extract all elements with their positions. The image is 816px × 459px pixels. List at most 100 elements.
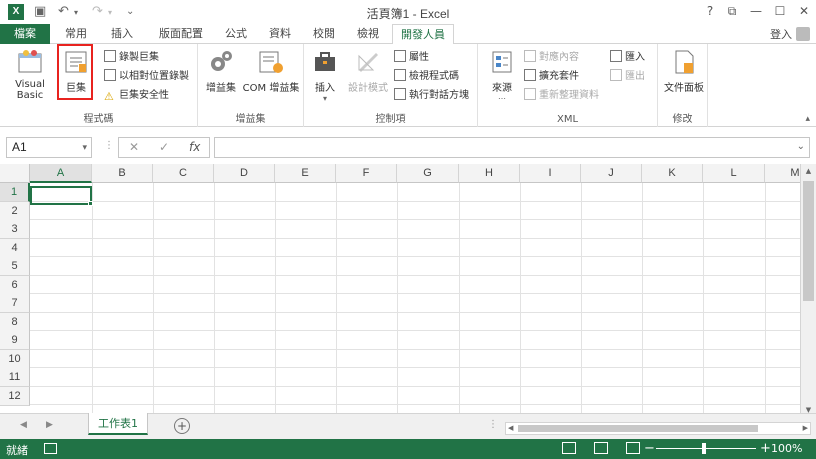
com-addins-button[interactable]: COM 增益集 bbox=[240, 48, 302, 94]
row-header[interactable]: 1 bbox=[0, 183, 30, 202]
column-header[interactable]: F bbox=[336, 164, 397, 183]
fill-handle[interactable] bbox=[88, 201, 93, 206]
vertical-scroll-thumb[interactable] bbox=[803, 181, 814, 301]
normal-view-icon[interactable] bbox=[562, 442, 576, 454]
collapse-ribbon-icon[interactable]: ▴ bbox=[805, 114, 810, 124]
zoom-slider-thumb[interactable] bbox=[702, 443, 706, 454]
tab-file[interactable]: 檔案 bbox=[0, 24, 50, 44]
xml-source-button[interactable]: 來源 … bbox=[484, 48, 520, 101]
previous-sheet-icon[interactable]: ◀ bbox=[20, 420, 27, 430]
document-panel-button[interactable]: 文件面板 bbox=[660, 48, 708, 94]
xml-import-button[interactable]: 匯入 bbox=[610, 50, 645, 66]
insert-control-button[interactable]: 插入 ▾ bbox=[310, 48, 340, 103]
gridline bbox=[30, 256, 800, 257]
tab-review[interactable]: 校閱 bbox=[306, 24, 342, 44]
active-cell[interactable] bbox=[30, 186, 92, 205]
horizontal-scrollbar[interactable]: ◀ ▶ bbox=[505, 422, 811, 435]
relative-reference-button[interactable]: 以相對位置錄製 bbox=[104, 69, 189, 85]
row-header[interactable]: 5 bbox=[0, 257, 30, 276]
properties-button[interactable]: 屬性 bbox=[394, 50, 429, 66]
select-all-button[interactable] bbox=[0, 164, 30, 183]
row-header[interactable]: 10 bbox=[0, 350, 30, 369]
gridline bbox=[30, 238, 800, 239]
maximize-icon[interactable]: ☐ bbox=[770, 4, 790, 18]
zoom-slider[interactable] bbox=[656, 448, 756, 449]
run-dialog-button[interactable]: 執行對話方塊 bbox=[394, 88, 469, 104]
tab-data[interactable]: 資料 bbox=[262, 24, 298, 44]
row-header[interactable]: 7 bbox=[0, 294, 30, 313]
macro-recording-icon[interactable] bbox=[44, 443, 57, 454]
name-box[interactable]: A1 ▾ bbox=[6, 137, 92, 158]
tab-developer[interactable]: 開發人員 bbox=[392, 24, 454, 45]
gridline bbox=[30, 312, 800, 313]
vertical-scrollbar[interactable]: ▲ ▼ bbox=[800, 164, 816, 417]
column-header[interactable]: D bbox=[214, 164, 275, 183]
expand-formula-bar-icon[interactable]: ⌄ bbox=[797, 141, 805, 152]
row-header[interactable]: 8 bbox=[0, 313, 30, 332]
warning-icon: ⚠ bbox=[104, 90, 114, 103]
row-header[interactable]: 2 bbox=[0, 202, 30, 221]
worksheet-grid[interactable]: A B C D E F G H I J K L M 1 2 3 4 5 6 7 … bbox=[0, 164, 800, 413]
column-header[interactable]: B bbox=[92, 164, 153, 183]
zoom-level[interactable]: 100% bbox=[771, 442, 802, 455]
close-icon[interactable]: ✕ bbox=[794, 4, 814, 18]
scroll-up-icon[interactable]: ▲ bbox=[801, 167, 816, 175]
column-header[interactable]: E bbox=[275, 164, 336, 183]
zoom-out-icon[interactable]: − bbox=[644, 441, 655, 456]
horizontal-scroll-thumb[interactable] bbox=[518, 425, 758, 432]
design-mode-button[interactable]: 設計模式 bbox=[346, 48, 390, 94]
row-header[interactable]: 9 bbox=[0, 331, 30, 350]
refresh-data-button[interactable]: 重新整理資料 bbox=[524, 88, 599, 104]
gridline bbox=[459, 183, 460, 413]
row-header[interactable]: 11 bbox=[0, 368, 30, 387]
scroll-right-icon[interactable]: ▶ bbox=[803, 423, 808, 434]
visual-basic-button[interactable]: Visual Basic bbox=[4, 48, 56, 101]
row-header[interactable]: 6 bbox=[0, 276, 30, 295]
tab-home[interactable]: 常用 bbox=[58, 24, 94, 44]
tab-page-layout[interactable]: 版面配置 bbox=[148, 24, 214, 44]
xml-export-button[interactable]: 匯出 bbox=[610, 69, 645, 85]
addins-button[interactable]: 增益集 bbox=[202, 48, 240, 94]
column-header[interactable]: J bbox=[581, 164, 642, 183]
next-sheet-icon[interactable]: ▶ bbox=[46, 420, 53, 430]
column-header[interactable]: H bbox=[459, 164, 520, 183]
tab-formulas[interactable]: 公式 bbox=[218, 24, 254, 44]
column-header[interactable]: K bbox=[642, 164, 703, 183]
column-header[interactable]: A bbox=[30, 164, 92, 183]
record-macro-button[interactable]: 錄製巨集 bbox=[104, 50, 159, 66]
macro-security-button[interactable]: ⚠ 巨集安全性 bbox=[104, 88, 169, 104]
formula-input[interactable]: ⌄ bbox=[214, 137, 810, 158]
new-sheet-button[interactable]: + bbox=[174, 418, 190, 434]
tab-insert[interactable]: 插入 bbox=[104, 24, 140, 44]
column-header[interactable]: G bbox=[397, 164, 459, 183]
page-layout-view-icon[interactable] bbox=[594, 442, 608, 454]
insert-function-icon[interactable]: fx bbox=[189, 140, 200, 154]
help-icon[interactable]: ? bbox=[700, 4, 720, 18]
sheet-tab-bar: ◀ ▶ 工作表1 + ⋮ ◀ ▶ bbox=[0, 413, 816, 439]
scroll-left-icon[interactable]: ◀ bbox=[508, 423, 513, 434]
refresh-data-label: 重新整理資料 bbox=[539, 90, 599, 101]
enter-icon[interactable]: ✓ bbox=[159, 140, 169, 154]
expansion-packs-button[interactable]: 擴充套件 bbox=[524, 69, 579, 85]
design-mode-icon bbox=[358, 53, 378, 72]
ribbon-display-options-icon[interactable]: ⧉ bbox=[722, 4, 742, 19]
column-header[interactable]: C bbox=[153, 164, 214, 183]
column-header[interactable]: I bbox=[520, 164, 581, 183]
tab-view[interactable]: 檢視 bbox=[350, 24, 386, 44]
row-header[interactable]: 12 bbox=[0, 387, 30, 406]
zoom-in-icon[interactable]: + bbox=[760, 441, 771, 456]
page-break-preview-icon[interactable] bbox=[626, 442, 640, 454]
map-properties-button[interactable]: 對應內容 bbox=[524, 50, 579, 66]
view-code-button[interactable]: 檢視程式碼 bbox=[394, 69, 459, 85]
column-header[interactable]: L bbox=[703, 164, 765, 183]
row-header[interactable]: 4 bbox=[0, 239, 30, 258]
row-header[interactable]: 3 bbox=[0, 220, 30, 239]
signin-link[interactable]: 登入 bbox=[770, 26, 792, 42]
column-header[interactable]: M bbox=[765, 164, 800, 183]
minimize-icon[interactable]: — bbox=[746, 4, 766, 18]
user-avatar-icon[interactable] bbox=[796, 27, 810, 41]
tab-splitter-icon[interactable]: ⋮ bbox=[488, 419, 498, 430]
cancel-icon[interactable]: ✕ bbox=[129, 140, 139, 154]
name-box-dropdown-icon[interactable]: ▾ bbox=[82, 138, 87, 157]
sheet-tab[interactable]: 工作表1 bbox=[88, 413, 148, 435]
